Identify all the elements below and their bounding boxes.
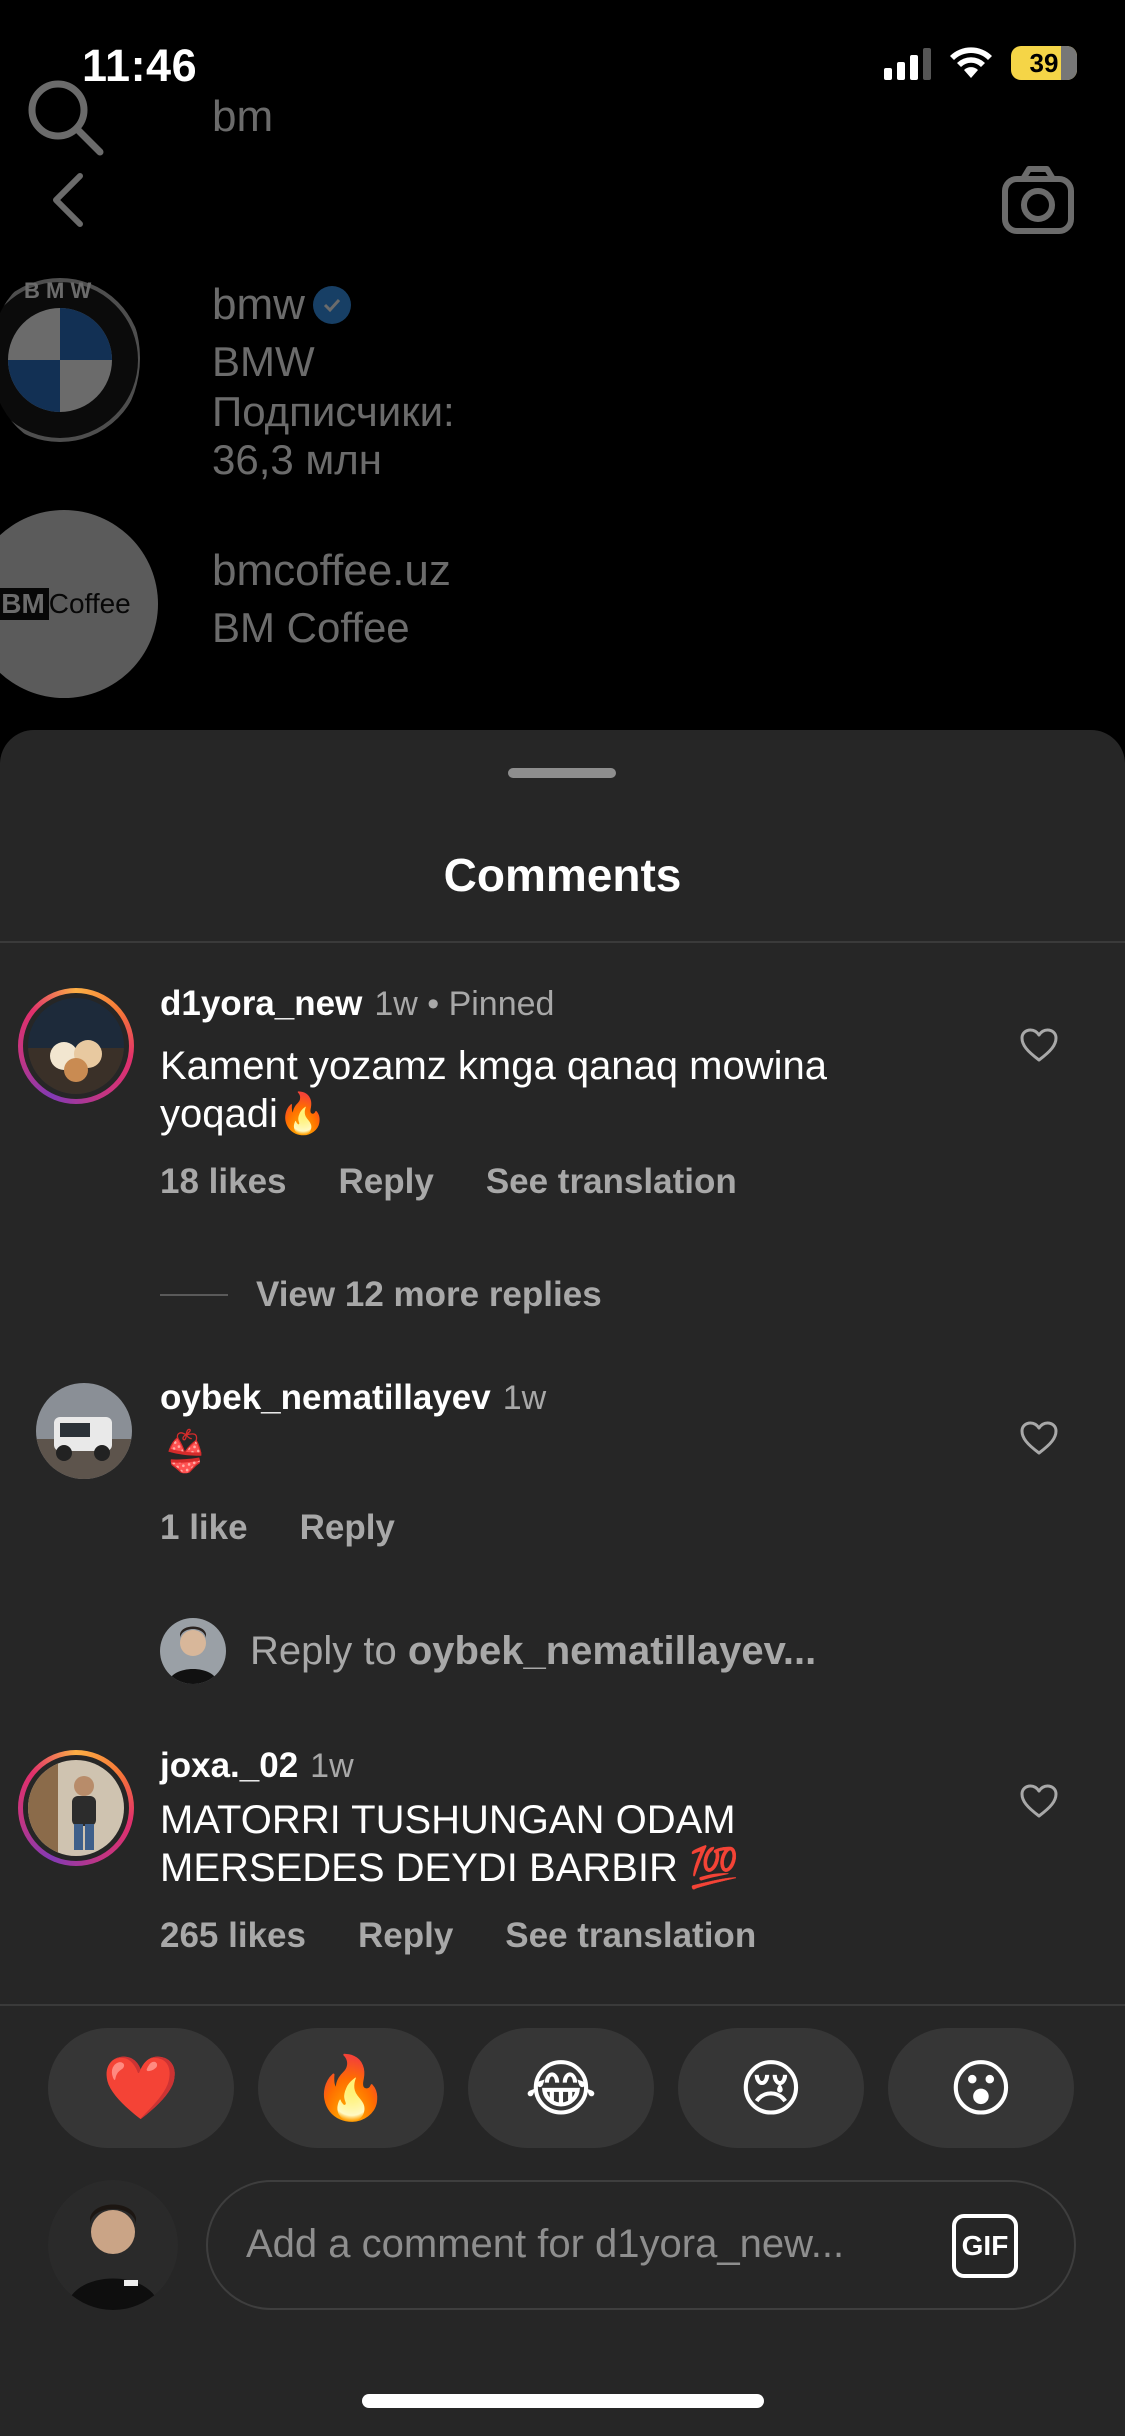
battery-icon: 39: [1011, 46, 1077, 80]
see-translation-button[interactable]: See translation: [486, 1162, 737, 1202]
divider: [0, 941, 1125, 943]
avatar[interactable]: [28, 1760, 124, 1856]
comment-input-placeholder: Add a comment for d1yora_new...: [246, 2222, 845, 2266]
divider: [0, 2004, 1125, 2006]
result-full-name: BMW: [212, 338, 315, 385]
bmcoffee-logo-avatar: BM Coffee: [0, 510, 158, 698]
comment-username[interactable]: oybek_nematillayev: [160, 1378, 491, 1418]
comment-text: MATORRI TUSHUNGAN ODAM MERSEDES DEYDI BA…: [160, 1798, 739, 1890]
reply-prefix: Reply to: [250, 1628, 408, 1673]
reaction-cry-button[interactable]: 😢: [678, 2028, 864, 2148]
avatar[interactable]: [28, 998, 124, 1094]
battery-level: 39: [1029, 47, 1059, 78]
like-heart-icon[interactable]: [1019, 1783, 1059, 1819]
divider: [160, 1294, 228, 1296]
reply-username: oybek_nematillayev...: [407, 1628, 817, 1673]
see-translation-button[interactable]: See translation: [505, 1916, 756, 1956]
comment-meta: 1w: [310, 1747, 354, 1785]
svg-text:B M W: B M W: [24, 278, 91, 303]
sheet-grabber[interactable]: [508, 768, 616, 778]
verified-badge-icon: [312, 286, 351, 324]
search-input[interactable]: bm: [212, 92, 273, 142]
current-user-avatar: [48, 2180, 178, 2310]
home-indicator[interactable]: [362, 2394, 764, 2408]
comment-text: Kament yozamz kmga qanaq mowina yoqadi🔥: [160, 1044, 827, 1136]
comment-meta: 1w • Pinned: [374, 985, 555, 1023]
reply-to-prompt[interactable]: Reply to oybek_nematillayev...: [160, 1618, 816, 1684]
likes-count[interactable]: 265 likes: [160, 1916, 306, 1956]
reply-button[interactable]: Reply: [358, 1916, 453, 1956]
gif-button[interactable]: GIF: [952, 2214, 1018, 2278]
view-more-replies-label: View 12 more replies: [256, 1275, 602, 1314]
result-username: bmw: [212, 280, 305, 329]
cellular-signal-icon: [884, 46, 931, 80]
comment-input[interactable]: Add a comment for d1yora_new... GIF: [206, 2180, 1076, 2310]
comment-username[interactable]: joxa._02: [160, 1746, 298, 1786]
search-result-bmcoffee[interactable]: BM Coffee bmcoffee.uz BM Coffee: [0, 510, 451, 698]
status-icons: 39: [884, 46, 1077, 80]
avatar: [160, 1618, 226, 1684]
search-background: 11:46 39 bm B M W bmw BMW Подписчики: 36…: [0, 0, 1125, 740]
view-more-replies-button[interactable]: View 12 more replies: [160, 1275, 602, 1315]
comment-composer: Add a comment for d1yora_new... GIF: [48, 2180, 1078, 2310]
reaction-heart-button[interactable]: ❤️: [48, 2028, 234, 2148]
search-icon[interactable]: [20, 72, 110, 162]
result-username: bmcoffee.uz: [212, 546, 451, 595]
reaction-laugh-button[interactable]: 😂: [468, 2028, 654, 2148]
reaction-wow-button[interactable]: 😮: [888, 2028, 1074, 2148]
sheet-title: Comments: [443, 849, 682, 901]
like-heart-icon[interactable]: [1019, 1027, 1059, 1063]
likes-count[interactable]: 18 likes: [160, 1162, 287, 1202]
reply-button[interactable]: Reply: [339, 1162, 434, 1202]
search-result-bmw[interactable]: B M W bmw BMW Подписчики: 36,3 млн: [0, 268, 455, 483]
wifi-icon: [950, 47, 992, 78]
likes-count[interactable]: 1 like: [160, 1508, 248, 1548]
result-full-name: BM Coffee: [212, 604, 410, 651]
camera-icon[interactable]: [1001, 165, 1075, 235]
back-chevron-icon[interactable]: [48, 170, 88, 230]
comment-meta: 1w: [502, 1379, 547, 1417]
avatar[interactable]: [36, 1383, 132, 1479]
like-heart-icon[interactable]: [1019, 1420, 1059, 1456]
quick-reaction-bar: ❤️ 🔥 😂 😢 😮: [48, 2028, 1074, 2148]
reaction-fire-button[interactable]: 🔥: [258, 2028, 444, 2148]
reply-button[interactable]: Reply: [300, 1508, 395, 1548]
result-followers: Подписчики: 36,3 млн: [212, 388, 455, 483]
comment-username[interactable]: d1yora_new: [160, 984, 362, 1024]
bmw-logo-avatar: B M W: [0, 278, 140, 442]
comment-text: 👙: [160, 1430, 210, 1474]
